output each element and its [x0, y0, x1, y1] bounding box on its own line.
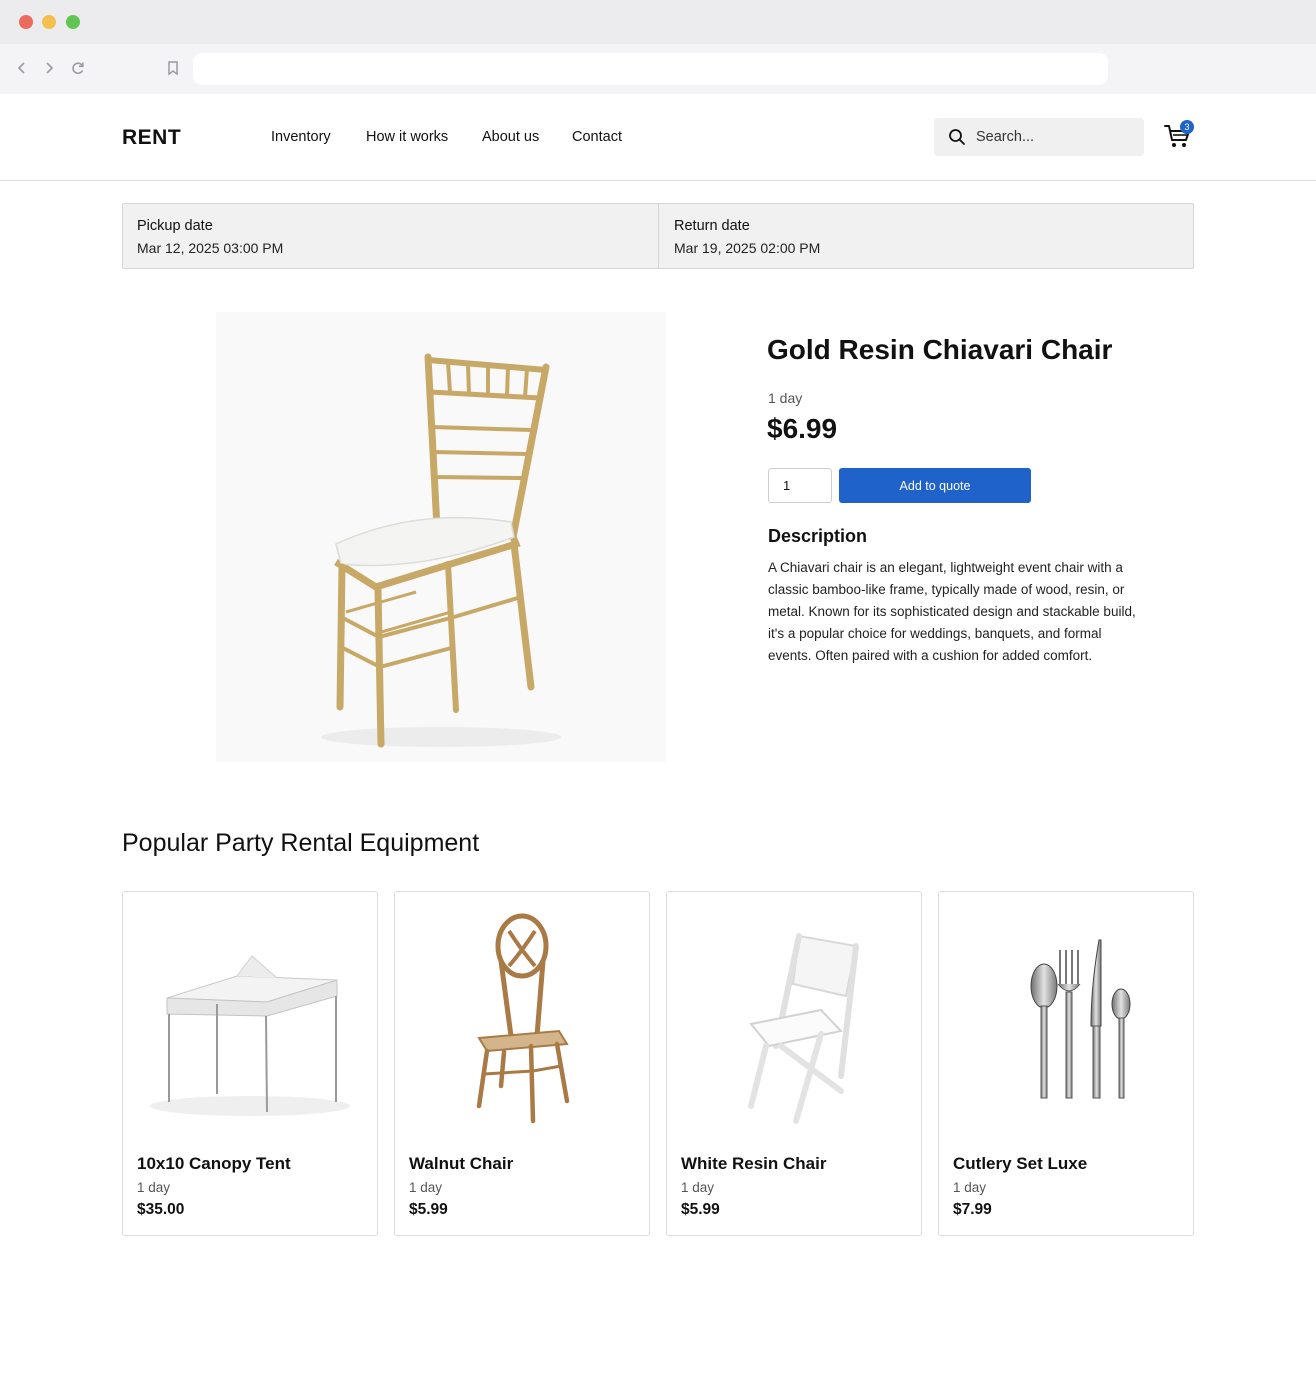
card-period: 1 day: [409, 1180, 443, 1195]
site-header: RENT Inventory How it works About us Con…: [0, 94, 1316, 181]
product-image: [216, 312, 666, 762]
maximize-window-button[interactable]: [66, 15, 80, 29]
description-text: A Chiavari chair is an elegant, lightwei…: [768, 560, 1136, 663]
product-price: $6.99: [767, 413, 838, 444]
product-card-walnut-chair[interactable]: Walnut Chair 1 day $5.99: [394, 891, 650, 1236]
search-input[interactable]: [976, 118, 1136, 156]
minimize-window-button[interactable]: [42, 15, 56, 29]
nav-about-us[interactable]: About us: [482, 129, 539, 145]
pickup-date-label: Pickup date: [137, 218, 213, 234]
close-window-button[interactable]: [19, 15, 33, 29]
canopy-tent-image: [150, 955, 350, 1116]
product-title: Gold Resin Chiavari Chair: [767, 334, 1113, 365]
card-price: $35.00: [137, 1201, 185, 1218]
browser-titlebar: [0, 0, 1316, 44]
card-period: 1 day: [137, 1180, 171, 1195]
card-name: White Resin Chair: [681, 1154, 827, 1173]
product-card-white-resin-chair[interactable]: White Resin Chair 1 day $5.99: [666, 891, 922, 1236]
card-period: 1 day: [681, 1180, 715, 1195]
return-date-value: Mar 19, 2025 02:00 PM: [674, 240, 821, 256]
search-box: [934, 118, 1144, 156]
reload-icon[interactable]: [67, 57, 89, 79]
rental-dates-bar: Pickup date Mar 12, 2025 03:00 PM Return…: [122, 203, 1194, 269]
nav-how-it-works[interactable]: How it works: [366, 129, 448, 145]
card-period: 1 day: [953, 1180, 987, 1195]
cutlery-set-image: [1030, 939, 1131, 1099]
pickup-date-value: Mar 12, 2025 03:00 PM: [137, 240, 284, 256]
card-price: $5.99: [681, 1201, 720, 1218]
card-price: $5.99: [409, 1201, 448, 1218]
card-name: Cutlery Set Luxe: [953, 1154, 1088, 1173]
return-date-field[interactable]: Return date Mar 19, 2025 02:00 PM: [660, 204, 1193, 268]
product-card-canopy-tent[interactable]: 10x10 Canopy Tent 1 day $35.00: [122, 891, 378, 1236]
site-logo[interactable]: RENT: [122, 126, 181, 150]
card-name: Walnut Chair: [409, 1154, 514, 1173]
nav-inventory[interactable]: Inventory: [271, 129, 331, 145]
nav-contact[interactable]: Contact: [572, 129, 622, 145]
walnut-chair-image: [476, 913, 570, 1124]
search-icon: [949, 129, 965, 145]
bookmark-icon[interactable]: [162, 57, 184, 79]
address-bar[interactable]: [193, 53, 1108, 85]
card-name: 10x10 Canopy Tent: [137, 1154, 291, 1173]
pickup-date-field[interactable]: Pickup date Mar 12, 2025 03:00 PM: [123, 204, 659, 268]
return-date-label: Return date: [674, 218, 750, 234]
description-heading: Description: [768, 526, 868, 546]
product-card-cutlery-set[interactable]: Cutlery Set Luxe 1 day $7.99: [938, 891, 1194, 1236]
quantity-input[interactable]: [768, 468, 832, 503]
card-price: $7.99: [953, 1201, 992, 1218]
popular-heading: Popular Party Rental Equipment: [122, 829, 480, 857]
back-icon[interactable]: [11, 57, 33, 79]
forward-icon[interactable]: [38, 57, 60, 79]
white-resin-chair-image: [748, 933, 859, 1124]
cart-count-badge: 3: [1180, 120, 1194, 134]
product-period: 1 day: [768, 390, 803, 406]
add-to-quote-button[interactable]: Add to quote: [839, 468, 1031, 503]
